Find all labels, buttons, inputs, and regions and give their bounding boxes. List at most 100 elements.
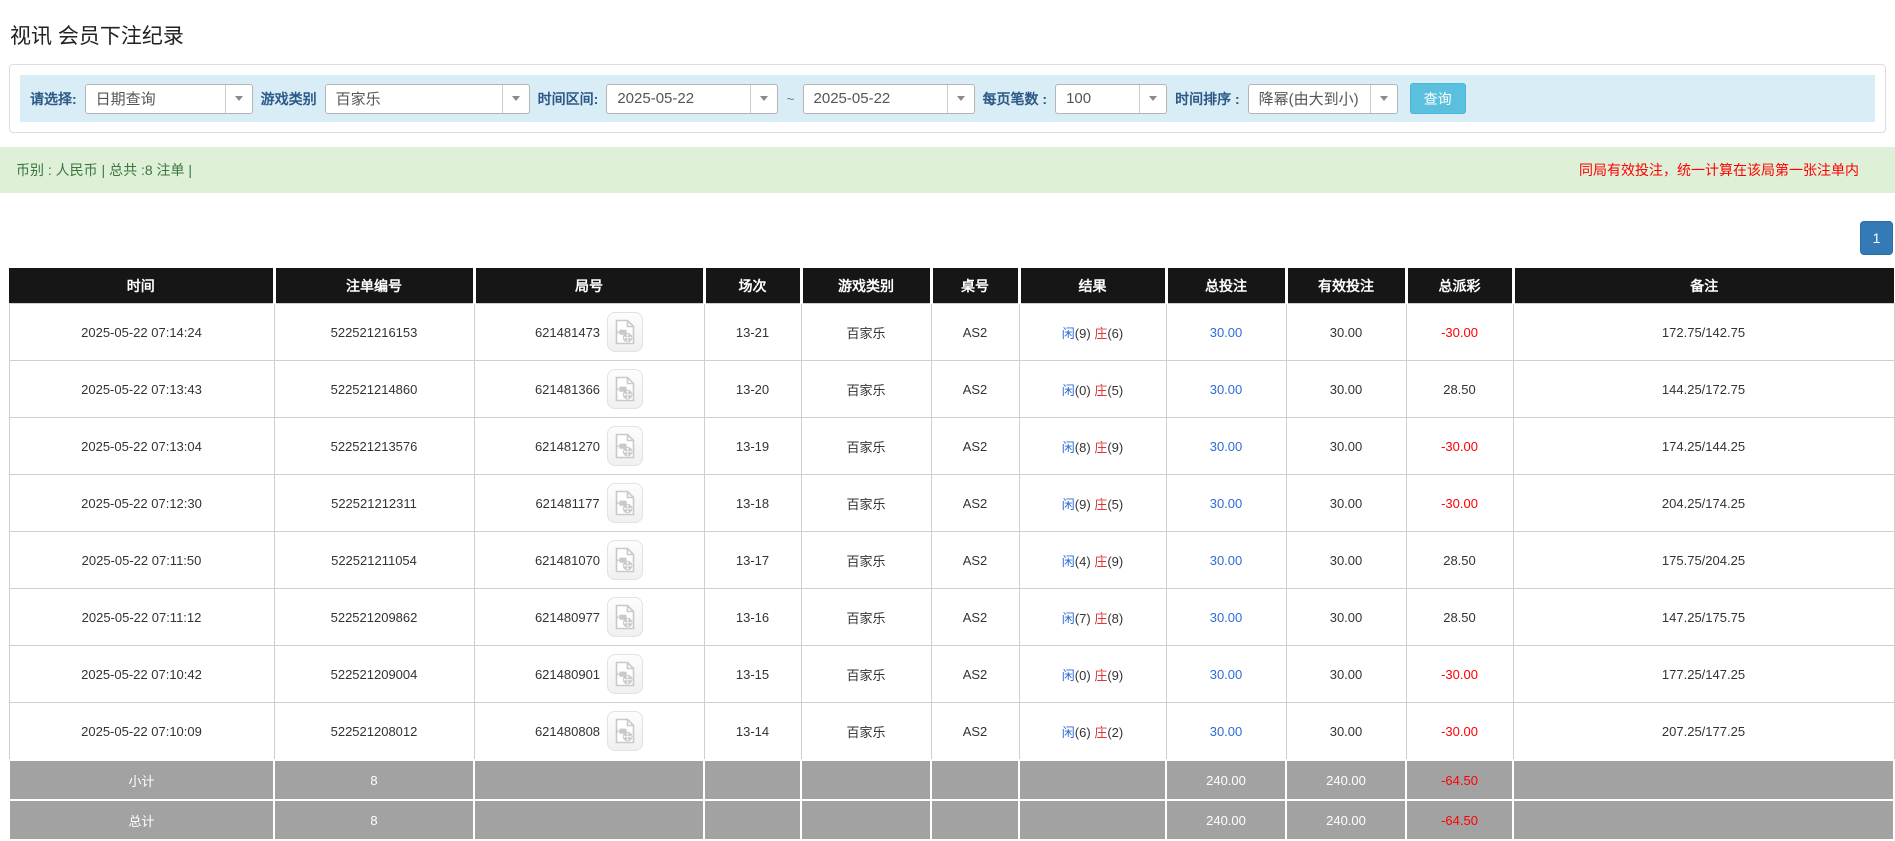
total-bet-link[interactable]: 30.00 bbox=[1210, 439, 1243, 454]
cell-valid-bet: 30.00 bbox=[1285, 474, 1407, 532]
sum-label: 小计 bbox=[8, 759, 275, 801]
sum-valid-bet: 240.00 bbox=[1285, 799, 1407, 841]
cell-bet-id: 522521209004 bbox=[273, 645, 475, 703]
cell-remark: 177.25/147.25 bbox=[1512, 645, 1895, 703]
sum-count: 8 bbox=[273, 759, 475, 801]
round-wrap: 621481270 bbox=[535, 426, 644, 466]
sum-empty bbox=[1018, 759, 1167, 801]
col-header-6: 桌号 bbox=[929, 268, 1019, 304]
round-number: 621481070 bbox=[534, 552, 601, 568]
cell-payout: -30.00 bbox=[1405, 645, 1514, 703]
result-player-score: (4) bbox=[1074, 553, 1091, 569]
result-player-score: (0) bbox=[1074, 382, 1091, 398]
total-bet-link[interactable]: 30.00 bbox=[1210, 382, 1243, 397]
col-header-3: 局号 bbox=[472, 268, 704, 304]
chevron-down-icon bbox=[1139, 84, 1166, 113]
total-bet-link[interactable]: 30.00 bbox=[1210, 667, 1243, 682]
table-row: 2025-05-22 07:14:24 522521216153 621481473… bbox=[8, 303, 1895, 361]
game-type-select[interactable]: 百家乐 bbox=[324, 83, 530, 114]
table-row: 2025-05-22 07:12:30 522521212311 621481177… bbox=[8, 474, 1895, 532]
round-wrap: 621480977 bbox=[535, 597, 644, 637]
video-replay-button[interactable] bbox=[607, 654, 644, 694]
table-row: 2025-05-22 07:11:50 522521211054 621481070… bbox=[8, 531, 1895, 589]
cell-time: 2025-05-22 07:12:30 bbox=[8, 474, 275, 532]
result-player-score: (9) bbox=[1074, 496, 1091, 512]
cell-table-id: AS2 bbox=[930, 588, 1020, 646]
col-header-10: 总派彩 bbox=[1404, 268, 1513, 304]
result-banker-score: (5) bbox=[1107, 382, 1124, 398]
total-bet-link[interactable]: 30.00 bbox=[1210, 325, 1243, 340]
video-replay-button[interactable] bbox=[607, 369, 644, 409]
total-bet-link[interactable]: 30.00 bbox=[1210, 553, 1243, 568]
cell-remark: 207.25/177.25 bbox=[1512, 702, 1895, 761]
video-file-icon bbox=[615, 433, 635, 459]
sum-payout: -64.50 bbox=[1405, 759, 1514, 801]
table-footer: 小计 8 240.00 240.00 -64.50 总计 8 240.00 240.00 -64.… bbox=[8, 759, 1895, 841]
chevron-down-icon bbox=[1369, 84, 1397, 113]
result-player: 闲 bbox=[1061, 553, 1075, 569]
records-table: 时间 注单编号 局号 场次 游戏类别 桌号 结果 总投注 有效投注 总派彩 备注 2025-05-2… bbox=[8, 268, 1895, 841]
cell-payout: -30.00 bbox=[1405, 303, 1514, 361]
pagination: 1 bbox=[0, 221, 1893, 255]
date-to-select[interactable]: 2025-05-22 bbox=[802, 83, 975, 114]
cell-result: 闲(7) 庄(8) bbox=[1018, 588, 1167, 646]
video-replay-button[interactable] bbox=[607, 312, 644, 352]
sort-order-select[interactable]: 降幂(由大到小) bbox=[1247, 83, 1398, 114]
sum-empty bbox=[800, 799, 932, 841]
cell-remark: 204.25/174.25 bbox=[1512, 474, 1895, 532]
cell-session: 13-15 bbox=[703, 645, 802, 703]
result-player-score: (0) bbox=[1074, 667, 1091, 683]
video-replay-button[interactable] bbox=[607, 711, 644, 751]
page-button-1[interactable]: 1 bbox=[1860, 221, 1893, 255]
result-banker: 庄 bbox=[1094, 724, 1108, 740]
cell-table-id: AS2 bbox=[930, 531, 1020, 589]
query-type-select[interactable]: 日期查询 bbox=[84, 83, 253, 114]
col-header-2: 注单编号 bbox=[272, 268, 474, 304]
cell-session: 13-21 bbox=[703, 303, 802, 361]
result-banker-score: (2) bbox=[1107, 724, 1124, 740]
result-banker: 庄 bbox=[1094, 496, 1108, 512]
sum-payout: -64.50 bbox=[1405, 799, 1514, 841]
search-button[interactable]: 查询 bbox=[1409, 83, 1466, 114]
video-replay-button[interactable] bbox=[607, 426, 644, 466]
cell-total-bet: 30.00 bbox=[1165, 588, 1287, 646]
cell-valid-bet: 30.00 bbox=[1285, 588, 1407, 646]
date-from-select[interactable]: 2025-05-22 bbox=[606, 83, 779, 114]
round-number: 621481366 bbox=[534, 381, 601, 397]
video-file-icon bbox=[615, 718, 635, 744]
cell-result: 闲(9) 庄(6) bbox=[1018, 303, 1167, 361]
sum-count: 8 bbox=[273, 799, 475, 841]
sum-empty bbox=[930, 799, 1020, 841]
cell-valid-bet: 30.00 bbox=[1285, 417, 1407, 475]
cell-table-id: AS2 bbox=[930, 702, 1020, 761]
total-bet-link[interactable]: 30.00 bbox=[1210, 610, 1243, 625]
video-replay-button[interactable] bbox=[607, 540, 644, 580]
cell-remark: 175.75/204.25 bbox=[1512, 531, 1895, 589]
cell-session: 13-18 bbox=[703, 474, 802, 532]
cell-session: 13-16 bbox=[703, 588, 802, 646]
video-replay-button[interactable] bbox=[607, 597, 644, 637]
cell-session: 13-14 bbox=[703, 702, 802, 761]
video-replay-button[interactable] bbox=[606, 483, 643, 523]
cell-game-type: 百家乐 bbox=[800, 360, 932, 418]
table-row: 2025-05-22 07:10:09 522521208012 621480808… bbox=[8, 702, 1895, 761]
result-banker-score: (5) bbox=[1107, 496, 1124, 512]
cell-payout: -30.00 bbox=[1405, 417, 1514, 475]
sum-empty bbox=[1512, 799, 1895, 841]
result-banker-score: (9) bbox=[1107, 439, 1124, 455]
summary-currency-count: 币别 : 人民币 | 总共 :8 注单 | bbox=[16, 162, 193, 178]
cell-total-bet: 30.00 bbox=[1165, 417, 1287, 475]
page-size-select[interactable]: 100 bbox=[1055, 83, 1168, 114]
result-banker: 庄 bbox=[1094, 325, 1108, 341]
query-type-label: 请选择: bbox=[30, 90, 77, 107]
col-header-8: 总投注 bbox=[1164, 268, 1286, 304]
sum-empty bbox=[473, 759, 705, 801]
total-bet-link[interactable]: 30.00 bbox=[1210, 724, 1243, 739]
date-to-value: 2025-05-22 bbox=[813, 90, 891, 107]
total-bet-link[interactable]: 30.00 bbox=[1210, 496, 1243, 511]
sum-empty bbox=[1512, 759, 1895, 801]
table-row: 2025-05-22 07:11:12 522521209862 621480977… bbox=[8, 588, 1895, 646]
sum-valid-bet: 240.00 bbox=[1285, 759, 1407, 801]
result-player: 闲 bbox=[1061, 724, 1075, 740]
table-header: 时间 注单编号 局号 场次 游戏类别 桌号 结果 总投注 有效投注 总派彩 备注 bbox=[9, 268, 1894, 304]
